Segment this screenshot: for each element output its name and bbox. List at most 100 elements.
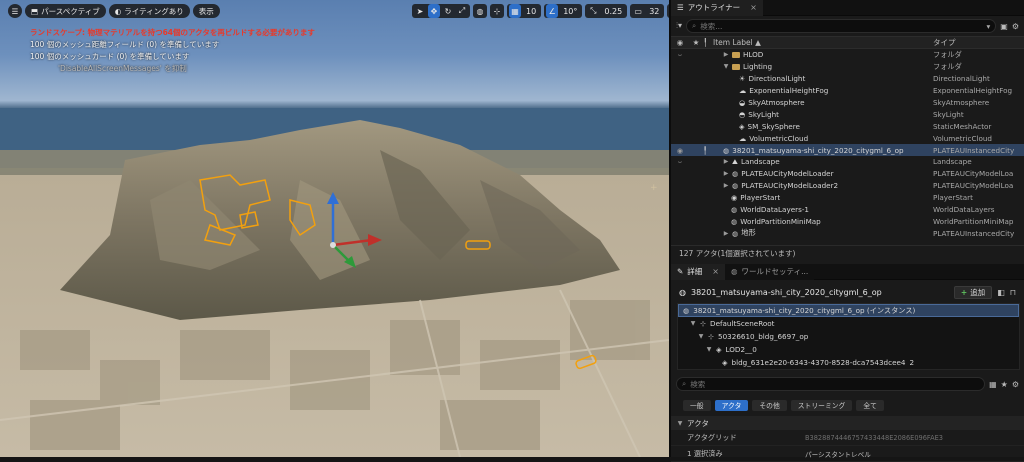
pin-col-icon[interactable]: ★ [689,38,703,47]
chevron-right-icon[interactable]: ▶ [723,230,729,237]
list-item[interactable]: ▶ ◍ 地形 PLATEAUInstancedCity [671,227,1024,239]
property-row: アクタグリッド B3828874446757433448E2086E096FAE… [671,430,1024,446]
pencil-icon: ✎ [677,267,684,276]
filter-all[interactable]: 全て [856,399,884,411]
viewport-menu-button[interactable]: ☰ [8,4,22,18]
world-local-button[interactable]: ◍ [473,4,487,18]
visibility-icon[interactable]: ⌣ [671,157,689,167]
add-folder-icon[interactable]: ▣ [1000,22,1008,31]
visibility-icon[interactable]: ⌣ [671,50,689,60]
list-item[interactable]: ◉ PlayerStart PlayerStart [671,192,1024,204]
rotate-tool-button[interactable]: ↻ [442,4,454,18]
visibility-icon[interactable]: ◉ [671,146,689,155]
list-item[interactable]: ◈ SM_SkySphere StaticMeshActor [671,120,1024,132]
list-item[interactable]: ▶ ◍ PLATEAUCityModelLoader PLATEAUCityMode… [671,168,1024,180]
filter-streaming[interactable]: ストリーミング [790,399,853,411]
outliner-search-input[interactable] [700,21,983,31]
filter-misc[interactable]: その他 [752,399,787,411]
details-search-input[interactable] [690,379,980,389]
scale-snap-group[interactable]: ⤡ 0.25 [585,4,628,18]
grid-snap-toggle[interactable]: ▦ [509,4,521,18]
grid-snap-group[interactable]: ▦ 10 [507,4,542,18]
chevron-right-icon[interactable]: ▶ [723,170,729,177]
globe-icon: ◍ [731,267,738,276]
chevron-right-icon[interactable]: ▶ [723,51,729,58]
pin-icon[interactable]: ╿ [703,146,713,155]
chevron-right-icon[interactable]: ▶ [723,182,729,189]
list-item[interactable]: ◍ WorldDataLayers-1 WorldDataLayers [671,204,1024,216]
viewport-toolbar-left: ☰ ⬒ パースペクティブ ◐ ライティングあり 表示 [8,4,220,18]
list-item[interactable]: ◒ SkyAtmosphere SkyAtmosphere [671,97,1024,109]
tab-outliner[interactable]: ☰ アウトライナー × [671,0,763,16]
chevron-down-icon[interactable]: ▼ [698,333,704,340]
list-item[interactable]: ⌣ ▶ HLOD フォルダ [671,49,1024,61]
chevron-down-icon[interactable]: ▼ [723,63,729,70]
list-item[interactable]: ☀ DirectionalLight DirectionalLight [671,73,1024,85]
cube-icon: ⬒ [31,6,39,16]
actor-icon: ◍ [731,205,738,215]
landscape-icon: ⛰ [732,156,739,166]
lighting-mode-button[interactable]: ◐ ライティングあり [108,4,190,18]
details-search[interactable]: ⌕ [676,377,986,391]
chevron-down-icon[interactable]: ▼ [690,320,696,327]
scale-icon: ⤢ [458,6,466,15]
list-item[interactable]: ☁ ExponentialHeightFog ExponentialHeightF… [671,85,1024,97]
actor-icon: ◍ [732,228,739,238]
level-viewport[interactable]: + ☰ ⬒ パースペクティブ ◐ ライティングあり 表示 ➤ ✥ ↻ ⤢ ◍ ⊹… [0,0,669,457]
filter-actor[interactable]: アクタ [714,399,749,411]
search-icon: ⌕ [682,379,687,388]
list-item[interactable]: ◓ SkyLight SkyLight [671,108,1024,120]
star-icon[interactable]: ★ [1001,380,1008,389]
chevron-down-icon[interactable]: ▼ [706,346,712,353]
blueprint-icon[interactable]: ◧ [997,288,1005,297]
filter-icon[interactable]: ⫶▾ [676,21,682,31]
item-label-header[interactable]: Item Label ▲ [713,38,933,47]
list-item[interactable]: ▶ ◍ PLATEAUCityModelLoader2 PLATEAUCityMod… [671,180,1024,192]
select-tool-button[interactable]: ➤ [414,4,426,18]
outliner-search[interactable]: ⌕ ▾ [686,19,997,33]
pin2-col-icon[interactable]: ╿ [703,38,713,47]
add-component-button[interactable]: + 追加 [953,285,993,299]
atmosphere-icon: ◒ [739,98,746,107]
chevron-right-icon[interactable]: ▶ [723,158,729,165]
surface-snap-button[interactable]: ⊹ [490,4,504,18]
player-start-icon: ◉ [731,193,738,203]
rotation-snap-toggle[interactable]: ∠ [546,4,559,18]
close-icon[interactable]: × [712,267,719,276]
camera-speed-toggle[interactable]: ▭ [632,4,644,18]
close-icon[interactable]: × [750,3,757,12]
chevron-down-icon[interactable]: ▾ [987,22,991,31]
tree-item[interactable]: ▼ ◈ LOD2__0 [678,343,1019,356]
scale-tool-button[interactable]: ⤢ [456,4,468,18]
filter-general[interactable]: 一般 [683,399,711,411]
component-tree: ◍ 38201_matsuyama-shi_city_2020_citygml_… [677,303,1020,370]
translate-tool-button[interactable]: ✥ [428,4,440,18]
tab-world-settings[interactable]: ◍ ワールドセッティ... [725,263,815,280]
section-actor[interactable]: ▼ アクタ [671,416,1024,430]
skylight-icon: ◓ [739,109,746,119]
perspective-button[interactable]: ⬒ パースペクティブ [25,4,106,18]
list-item[interactable]: ⌣ ▶ ⛰ Landscape Landscape [671,156,1024,168]
type-header[interactable]: タイプ [933,37,956,48]
list-item[interactable]: ◍ WorldPartitionMiniMap WorldPartitionMin… [671,215,1024,227]
tree-item[interactable]: ▼ ⊹ 50326610_bldg_6697_op [678,330,1019,343]
visibility-col-icon[interactable]: ◉ [671,38,689,47]
list-item[interactable]: ☁ VolumetricCloud VolumetricCloud [671,132,1024,144]
snap-icon: ⊹ [493,6,501,16]
tree-item[interactable]: ▼ ⊹ DefaultSceneRoot [678,317,1019,330]
scale-snap-toggle[interactable]: ⤡ [587,4,599,18]
list-item[interactable]: ▼ Lighting フォルダ [671,61,1024,73]
camera-speed-group[interactable]: ▭ 32 [630,4,665,18]
rotation-snap-group[interactable]: ∠ 10° [544,4,583,18]
details-filter-tabs: 一般 アクタ その他 ストリーミング 全て [671,398,1024,412]
tree-item[interactable]: ◈ bldg_631e2e20-6343-4370-8528-dca7543dc… [678,356,1019,369]
lock-icon[interactable]: ⊓ [1010,288,1016,297]
show-button[interactable]: 表示 [192,4,220,18]
list-item-selected[interactable]: ◉ ╿ ◍ 38201_matsuyama-shi_city_2020_citygm… [671,144,1024,157]
tab-details[interactable]: ✎ 詳細 × [671,263,725,280]
tree-item-instance[interactable]: ◍ 38201_matsuyama-shi_city_2020_citygml_… [678,304,1019,317]
grid-view-icon[interactable]: ▦ [989,380,997,389]
settings-icon[interactable]: ⚙ [1012,22,1019,31]
outliner-status: 127 アクタ(1個選択されています) [671,245,1024,261]
settings-icon[interactable]: ⚙ [1012,380,1019,389]
